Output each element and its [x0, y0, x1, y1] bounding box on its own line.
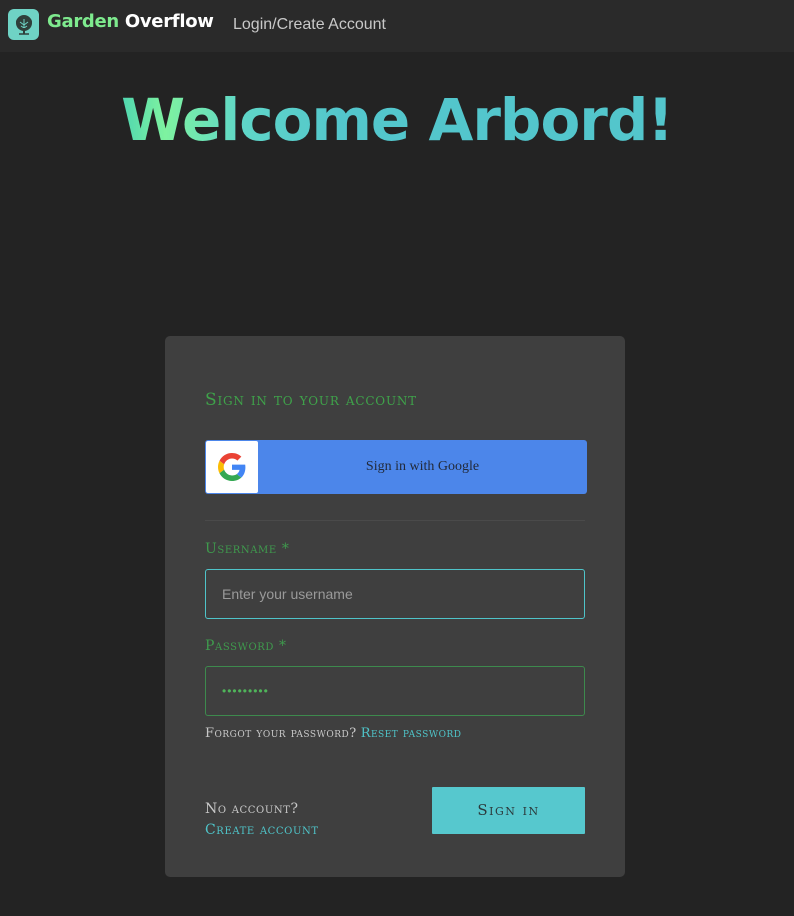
google-g-graphic [218, 453, 246, 481]
forgot-password-text: Forgot your password? [205, 726, 357, 741]
password-input[interactable] [206, 667, 584, 715]
top-navbar: Garden Overflow Login/Create Account [0, 0, 794, 52]
google-g-icon [206, 441, 258, 493]
password-label: Password * [205, 638, 287, 654]
divider [205, 520, 585, 521]
nav-login-link[interactable]: Login/Create Account [233, 16, 386, 34]
welcome-heading: Welcome Arbord! [0, 80, 794, 160]
signin-button[interactable]: Sign in [432, 787, 585, 834]
card-title: Sign in to your account [205, 390, 417, 410]
brand-part-garden: Garden [47, 11, 119, 32]
tree-logo-graphic [15, 14, 32, 35]
username-field[interactable] [205, 569, 585, 619]
brand-title[interactable]: Garden Overflow [47, 11, 214, 32]
tree-icon[interactable] [8, 9, 39, 40]
signin-card: Sign in to your account Sign in with Goo… [165, 336, 625, 877]
reset-password-link[interactable]: Reset password [361, 726, 462, 741]
welcome-text: Welcome Arbord! [121, 86, 674, 154]
username-label: Username * [205, 541, 290, 557]
brand-part-overflow: Overflow [124, 11, 214, 32]
no-account-text: No account? [205, 801, 299, 817]
google-signin-label: Sign in with Google [365, 459, 480, 474]
create-account-link[interactable]: Create account [205, 822, 319, 838]
google-signin-button[interactable]: Sign in with Google [205, 440, 587, 494]
forgot-password-row: Forgot your password? Reset password [205, 726, 461, 741]
password-field[interactable] [205, 666, 585, 716]
username-input[interactable] [206, 570, 584, 618]
